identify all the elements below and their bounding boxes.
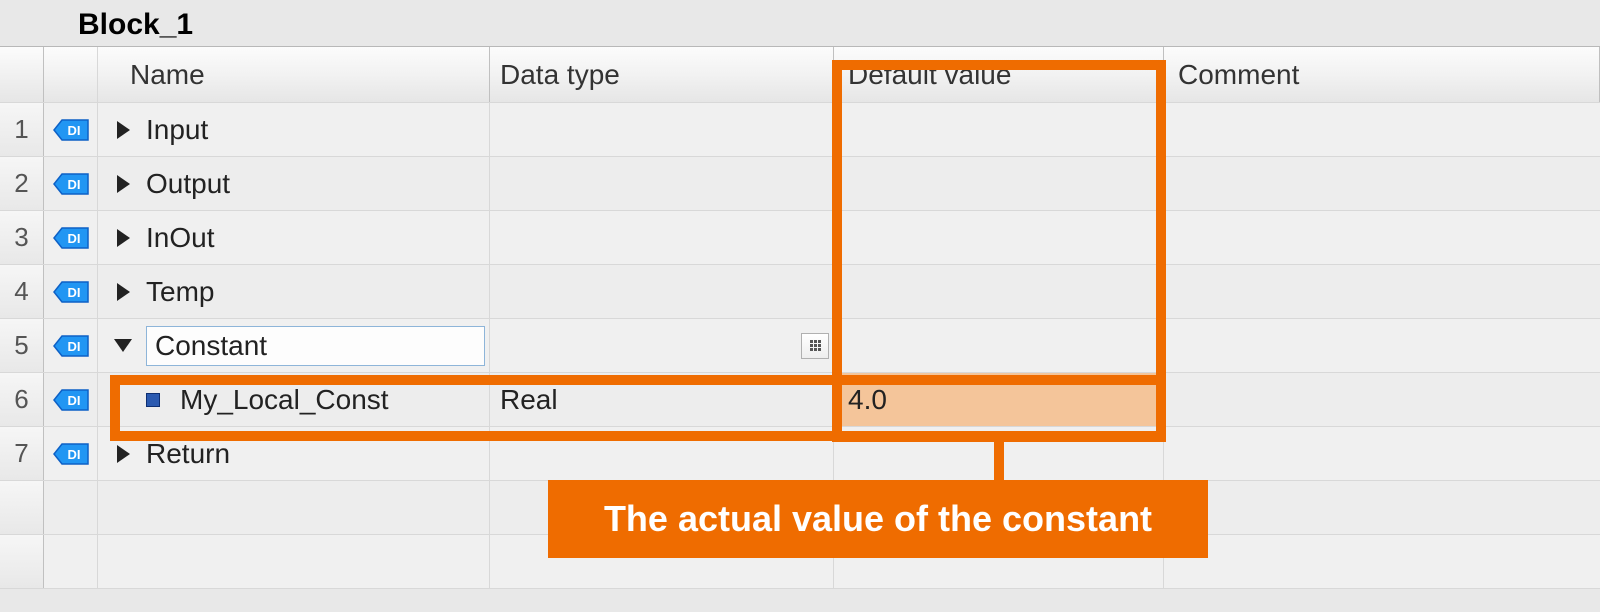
name-editable[interactable]: Constant [146,326,485,366]
caret-down-icon[interactable] [114,337,132,355]
annotation-callout: The actual value of the constant [548,480,1208,558]
default-cell[interactable] [834,265,1164,318]
comment-cell[interactable] [1164,157,1600,210]
datatype-cell[interactable] [490,157,834,210]
row-number [0,481,44,534]
tag-icon-cell: DI [44,157,98,210]
tag-icon-cell: DI [44,103,98,156]
row-number[interactable]: 5 [0,319,44,372]
row-label: Output [146,168,230,200]
svg-text:DI: DI [67,339,80,354]
row-label: Temp [146,276,214,308]
datatype-cell[interactable] [490,427,834,480]
default-value: 4.0 [848,384,887,416]
row-number[interactable]: 7 [0,427,44,480]
name-cell[interactable]: Output [98,157,490,210]
table-row-child[interactable]: 6 DI My_Local_Const Real 4.0 [0,373,1600,427]
comment-cell[interactable] [1164,103,1600,156]
svg-text:DI: DI [67,177,80,192]
default-cell[interactable] [834,103,1164,156]
header-default-value[interactable]: Default value [834,47,1164,102]
svg-text:DI: DI [67,447,80,462]
header-name[interactable]: Name [98,47,490,102]
table-row[interactable]: 5 DI Constant [0,319,1600,373]
datatype-cell[interactable] [490,103,834,156]
default-cell[interactable] [834,211,1164,264]
svg-text:DI: DI [67,231,80,246]
row-number[interactable]: 3 [0,211,44,264]
comment-cell[interactable] [1164,265,1600,318]
comment-cell[interactable] [1164,427,1600,480]
row-number[interactable]: 1 [0,103,44,156]
svg-text:DI: DI [67,393,80,408]
caret-right-icon[interactable] [114,283,132,301]
name-cell[interactable]: Input [98,103,490,156]
comment-cell[interactable] [1164,319,1600,372]
row-label: Return [146,438,230,470]
header-comment[interactable]: Comment [1164,47,1600,102]
default-cell[interactable] [834,319,1164,372]
caret-right-icon[interactable] [114,229,132,247]
table-row[interactable]: 7 DI Return [0,427,1600,481]
header-tagicon-spacer [44,47,98,102]
name-cell[interactable]: Return [98,427,490,480]
datatype-cell[interactable]: Real [490,373,834,426]
block-title: Block_1 [0,0,1600,46]
header-rownum-spacer [0,47,44,102]
tag-icon-cell: DI [44,373,98,426]
comment-cell[interactable] [1164,373,1600,426]
datatype-cell[interactable] [490,319,834,372]
datatype-cell[interactable] [490,265,834,318]
caret-right-icon[interactable] [114,121,132,139]
datatype-picker-button[interactable] [801,333,829,359]
annotation-connector [994,436,1004,484]
name-cell[interactable]: Temp [98,265,490,318]
svg-text:DI: DI [67,285,80,300]
row-number[interactable]: 6 [0,373,44,426]
datatype-cell[interactable] [490,211,834,264]
row-label: InOut [146,222,214,254]
datatype-value: Real [500,384,558,416]
variable-bullet-icon [146,393,160,407]
default-cell[interactable]: 4.0 [834,373,1164,426]
tag-icon-cell: DI [44,319,98,372]
tag-icon: DI [52,334,90,358]
tag-icon-cell: DI [44,211,98,264]
table-row[interactable]: 2 DI Output [0,157,1600,211]
caret-right-icon[interactable] [114,445,132,463]
table-row[interactable]: 3 DI InOut [0,211,1600,265]
row-label: Input [146,114,208,146]
grid-header-row: Name Data type Default value Comment [0,47,1600,103]
table-row[interactable]: 4 DI Temp [0,265,1600,319]
tag-icon: DI [52,226,90,250]
name-cell[interactable]: Constant [98,319,490,372]
name-cell[interactable]: My_Local_Const [98,373,490,426]
list-icon [810,340,821,351]
tag-icon-cell: DI [44,265,98,318]
row-number [0,535,44,588]
comment-cell[interactable] [1164,211,1600,264]
tag-icon: DI [52,172,90,196]
row-number[interactable]: 2 [0,157,44,210]
header-datatype[interactable]: Data type [490,47,834,102]
table-row[interactable]: 1 DI Input [0,103,1600,157]
tag-icon: DI [52,442,90,466]
name-cell[interactable]: InOut [98,211,490,264]
tag-icon: DI [52,280,90,304]
tag-icon: DI [52,118,90,142]
caret-right-icon[interactable] [114,175,132,193]
row-label: Constant [155,330,267,362]
row-number[interactable]: 4 [0,265,44,318]
row-label: My_Local_Const [180,384,389,416]
svg-text:DI: DI [67,123,80,138]
default-cell[interactable] [834,157,1164,210]
tag-icon: DI [52,388,90,412]
tag-icon-cell: DI [44,427,98,480]
